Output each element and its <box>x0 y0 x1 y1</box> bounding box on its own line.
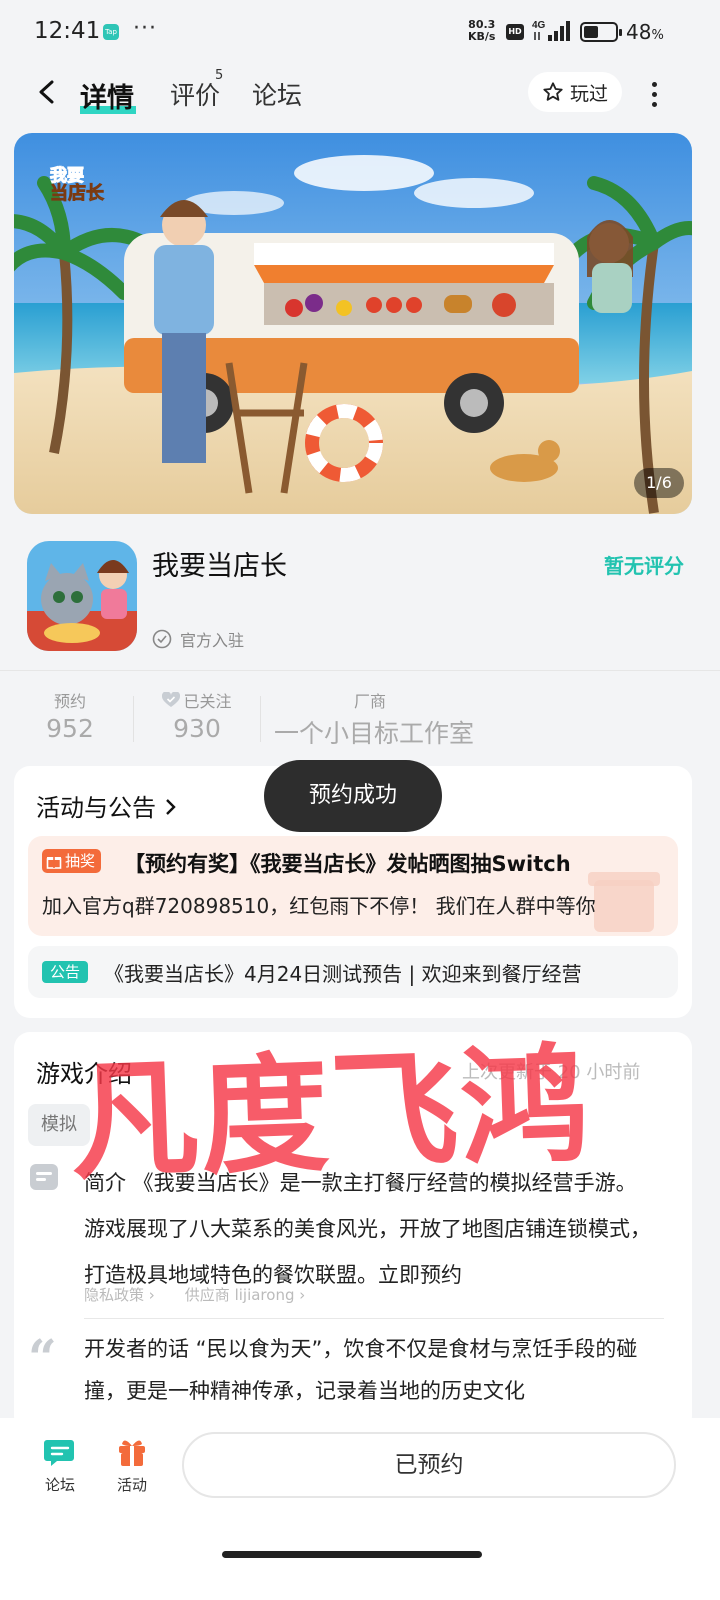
privacy-policy-label: 隐私政策 <box>84 1286 145 1304</box>
activity-button[interactable]: 活动 <box>102 1436 162 1495</box>
gift-icon <box>46 857 62 869</box>
status-time: 12:41 <box>34 18 101 44</box>
followers-label-text: 已关注 <box>183 692 232 711</box>
notice-text: 《我要当店长》4月24日测试预告 | 欢迎来到餐厅经营 <box>104 962 582 986</box>
taptap-notification-icon: Tap <box>103 24 119 40</box>
toast-message: 预约成功 <box>264 760 442 832</box>
lottery-tag-label: 抽奖 <box>65 852 96 870</box>
forum-button[interactable]: 论坛 <box>30 1436 90 1495</box>
intro-summary[interactable]: 简介 《我要当店长》是一款主打餐厅经营的模拟经营手游。 游戏展现了八大菜系的美食… <box>84 1160 660 1298</box>
back-arrow-icon[interactable] <box>36 80 60 104</box>
document-icon <box>30 1164 58 1190</box>
developer-name[interactable]: 一个小目标工作室 <box>274 714 474 750</box>
forum-label: 论坛 <box>44 1476 75 1494</box>
heart-check-icon <box>162 692 181 707</box>
quote-icon: “ <box>28 1328 57 1387</box>
activity-label: 活动 <box>116 1476 147 1494</box>
divider <box>0 670 720 671</box>
played-button[interactable]: 玩过 <box>528 72 622 112</box>
activity-title-label: 活动与公告 <box>36 794 156 822</box>
tab-reviews-label: 评价 <box>170 81 221 110</box>
intro-section-title: 游戏介绍 <box>36 1060 132 1088</box>
battery-icon <box>580 22 622 42</box>
network-type: 4G <box>532 20 546 31</box>
tab-forum-label: 论坛 <box>252 81 303 110</box>
lottery-subtitle: 加入官方q群720898510，红包雨下不停！ 我们在人群中等你 <box>42 894 596 918</box>
developer-words[interactable]: 开发者的话 “民以食为天”，饮食不仅是食材与烹饪手段的碰撞，更是一种精神传承，记… <box>84 1328 660 1412</box>
signal-icon: 4G <box>532 20 570 41</box>
official-badge: 官方入驻 <box>152 627 244 651</box>
check-circle-icon <box>152 629 172 649</box>
carousel-pager: 1/6 <box>634 468 684 498</box>
screenshot-carousel[interactable]: 我要 当店长 <box>14 133 692 514</box>
chat-bubble-icon <box>44 1440 74 1466</box>
app-name: 我要当店长 <box>152 551 287 582</box>
more-notifications-icon: ··· <box>133 16 157 41</box>
status-bar: 12:41 Tap ··· 80.3 KB/s HD 4G 48% <box>0 0 720 64</box>
tab-reviews[interactable]: 评价 <box>170 76 220 112</box>
privacy-policy-link[interactable]: 隐私政策 › <box>84 1284 155 1305</box>
reserved-button[interactable]: 已预约 <box>182 1432 676 1498</box>
tab-details[interactable]: 详情 <box>80 76 136 115</box>
rating-status: 暂无评分 <box>604 554 684 578</box>
battery-level <box>584 26 598 38</box>
developer-label: 厂商 <box>353 692 386 711</box>
followers-count: 930 <box>173 714 221 743</box>
home-indicator[interactable] <box>222 1551 482 1558</box>
notice-tag: 公告 <box>42 961 89 983</box>
network-speed-unit: KB/s <box>468 30 496 43</box>
played-label: 玩过 <box>569 82 608 105</box>
followers-label[interactable]: 已关注 <box>152 688 242 712</box>
reservations-label: 预约 <box>53 692 86 711</box>
battery-unit: % <box>651 28 664 43</box>
network-speed: 80.3 KB/s <box>468 19 495 43</box>
last-updated: 上次更新于 20 小时前 <box>462 1062 641 1083</box>
vendor-link[interactable]: 供应商 lijiarong › <box>185 1284 305 1305</box>
divider <box>84 1318 664 1319</box>
reservations-count: 952 <box>46 714 94 743</box>
battery-percent: 48% <box>626 20 664 44</box>
app-icon <box>27 541 137 651</box>
hd-icon: HD <box>506 24 524 40</box>
more-options-icon[interactable] <box>650 80 658 107</box>
gift-box-icon <box>119 1440 145 1466</box>
banner-logo-line2: 当店长 <box>50 182 105 204</box>
star-outline-icon <box>543 82 563 101</box>
tab-forum[interactable]: 论坛 <box>252 76 302 112</box>
official-label: 官方入驻 <box>180 631 245 650</box>
genre-tag[interactable]: 模拟 <box>28 1104 90 1146</box>
chevron-right-icon <box>165 799 176 815</box>
stat-divider <box>133 696 134 742</box>
activity-section-title[interactable]: 活动与公告 <box>36 788 178 823</box>
lottery-tag: 抽奖 <box>42 849 102 873</box>
battery-value: 48 <box>626 20 652 44</box>
stat-divider <box>260 696 261 742</box>
intro-links: 隐私政策 › 供应商 lijiarong › <box>84 1284 305 1305</box>
lottery-title: 【预约有奖】《我要当店长》发帖晒图抽Switch <box>124 852 571 876</box>
vendor-label: 供应商 lijiarong <box>184 1286 295 1304</box>
tab-details-label: 详情 <box>80 83 134 114</box>
review-count-badge: 5 <box>215 68 224 83</box>
banner-artwork: 我要 当店长 <box>14 133 692 514</box>
